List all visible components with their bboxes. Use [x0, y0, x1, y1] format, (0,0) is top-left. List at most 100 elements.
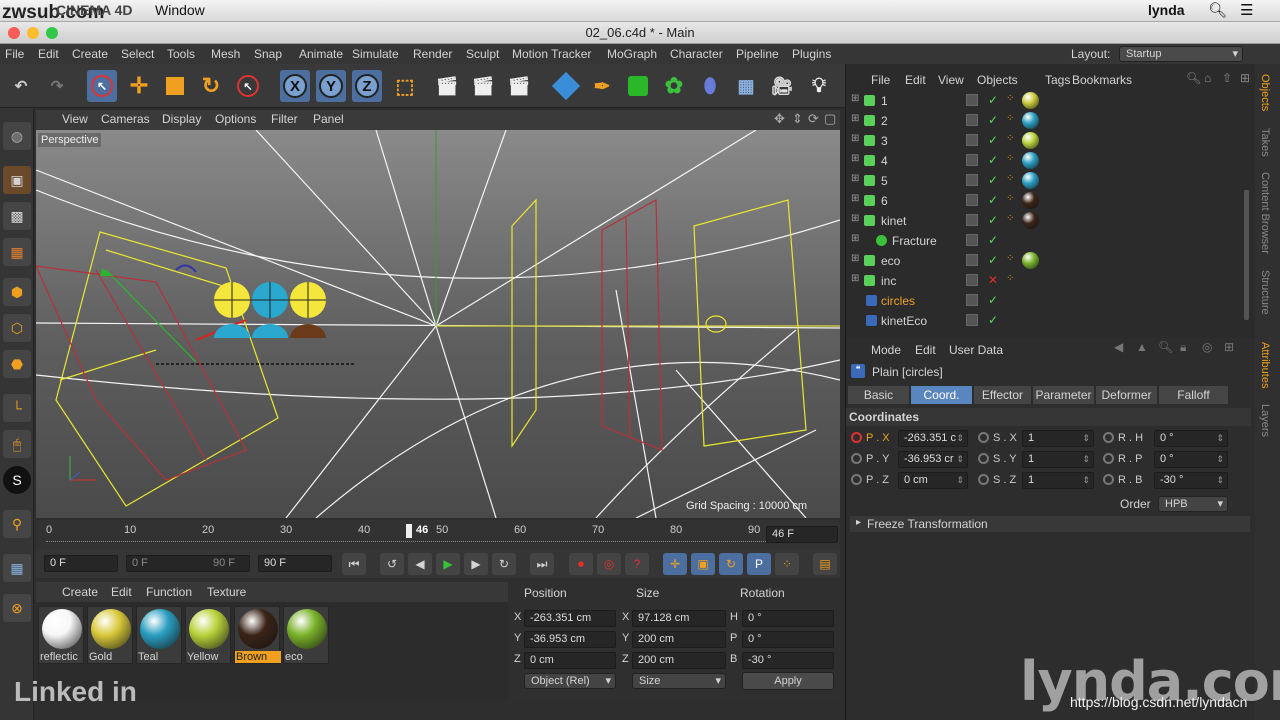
- viewport-rotate-icon[interactable]: ⟳: [808, 111, 819, 127]
- rotation-field[interactable]: -30 °: [742, 652, 834, 669]
- rotation-field[interactable]: 0 °: [742, 631, 834, 648]
- enabled-check-icon[interactable]: ✓: [988, 233, 998, 247]
- go-to-end-icon[interactable]: ⏭: [530, 553, 554, 575]
- material-swatch[interactable]: Brown: [234, 606, 281, 664]
- attribute-s-field[interactable]: 1 ⇕: [1022, 451, 1094, 468]
- material-swatch[interactable]: Teal: [136, 606, 182, 664]
- menu-snap[interactable]: Snap: [254, 47, 282, 61]
- side-tab-structure[interactable]: Structure: [1259, 270, 1271, 315]
- edges-mode-icon[interactable]: ⬡: [3, 314, 31, 342]
- enabled-check-icon[interactable]: ✓: [988, 173, 998, 187]
- keyframe-dot-icon[interactable]: [978, 474, 989, 485]
- menu-simulate[interactable]: Simulate: [352, 47, 399, 61]
- record-keys-icon[interactable]: ⏺: [569, 553, 593, 575]
- material-tag-icon[interactable]: [1022, 212, 1039, 229]
- keyframe-dot-icon[interactable]: [851, 453, 862, 464]
- layer-icon[interactable]: [966, 134, 978, 146]
- attribute-r-field[interactable]: 0 ° ⇕: [1154, 451, 1228, 468]
- enabled-check-icon[interactable]: ✓: [988, 93, 998, 107]
- redo-icon[interactable]: ↷: [42, 70, 72, 102]
- app-name[interactable]: CINEMA 4D: [56, 2, 133, 18]
- size-field[interactable]: 200 cm: [632, 631, 726, 648]
- go-to-start-icon[interactable]: ⏮: [342, 553, 366, 575]
- up-arrow-icon[interactable]: ▲: [1136, 340, 1148, 354]
- object-menu-tags[interactable]: Tags: [1045, 73, 1070, 87]
- layer-icon[interactable]: [966, 314, 978, 326]
- menu-plugins[interactable]: Plugins: [792, 47, 831, 61]
- stepper-icon[interactable]: ⇕: [1082, 452, 1090, 467]
- locked-workplane-icon[interactable]: ⊗: [3, 594, 31, 622]
- attribute-menu-user-data[interactable]: User Data: [949, 343, 1003, 357]
- rotation-field[interactable]: 0 °: [742, 610, 834, 627]
- object-row[interactable]: ⊞ inc ✕ ⁘: [846, 271, 1246, 291]
- enabled-check-icon[interactable]: ✓: [988, 153, 998, 167]
- object-list-scrollbar[interactable]: [1244, 190, 1249, 320]
- disabled-icon[interactable]: ✕: [988, 273, 998, 287]
- enabled-check-icon[interactable]: ✓: [988, 113, 998, 127]
- notification-icon[interactable]: ☰: [1240, 1, 1253, 19]
- expand-icon[interactable]: ⊞: [851, 253, 859, 264]
- tweak-mode-icon[interactable]: 🖱︎: [3, 430, 31, 458]
- enabled-check-icon[interactable]: ✓: [988, 213, 998, 227]
- enabled-check-icon[interactable]: ✓: [988, 133, 998, 147]
- move-tool-icon[interactable]: ✛: [124, 70, 154, 102]
- object-row[interactable]: ⊞ 2 ✓ ⁘: [846, 111, 1246, 131]
- keyframe-dot-icon[interactable]: [978, 432, 989, 443]
- layer-icon[interactable]: [966, 154, 978, 166]
- tab-basic[interactable]: Basic: [848, 386, 910, 404]
- viewport-menu-panel[interactable]: Panel: [313, 112, 344, 126]
- menu-create[interactable]: Create: [72, 47, 108, 61]
- viewport-menu-cameras[interactable]: Cameras: [101, 112, 150, 126]
- snap-icon[interactable]: S: [3, 466, 31, 494]
- layer-icon[interactable]: [966, 94, 978, 106]
- object-row[interactable]: ⊞ 1 ✓ ⁘: [846, 91, 1246, 111]
- next-frame-icon[interactable]: ▶: [464, 553, 488, 575]
- axis-mode-icon[interactable]: └: [3, 394, 31, 422]
- menu-pipeline[interactable]: Pipeline: [736, 47, 779, 61]
- menu-animate[interactable]: Animate: [299, 47, 343, 61]
- object-menu-bookmarks[interactable]: Bookmarks: [1072, 73, 1132, 87]
- object-row[interactable]: ⊞ eco ✓ ⁘: [846, 251, 1246, 271]
- menu-render[interactable]: Render: [413, 47, 452, 61]
- keyframe-dot-icon[interactable]: [851, 432, 862, 443]
- zoom-window-icon[interactable]: [46, 27, 58, 39]
- search-icon[interactable]: 🔍︎: [1186, 71, 1201, 85]
- expand-icon[interactable]: ⊞: [851, 93, 859, 104]
- size-field[interactable]: 200 cm: [632, 652, 726, 669]
- object-row[interactable]: circles ✓: [846, 291, 1246, 311]
- object-row[interactable]: ⊞ 5 ✓ ⁘: [846, 171, 1246, 191]
- expand-icon[interactable]: ⊞: [851, 153, 859, 164]
- viewport-maximize-icon[interactable]: ▢: [824, 111, 836, 127]
- timeline-window-icon[interactable]: ▤: [813, 553, 837, 575]
- make-editable-icon[interactable]: ◍: [3, 122, 31, 150]
- freeze-transformation-group[interactable]: ▸ Freeze Transformation: [850, 516, 1250, 532]
- viewport-menu-display[interactable]: Display: [162, 112, 201, 126]
- menu-sculpt[interactable]: Sculpt: [466, 47, 499, 61]
- undo-icon[interactable]: ↶: [6, 70, 36, 102]
- object-menu-edit[interactable]: Edit: [905, 73, 926, 87]
- preview-range-slider[interactable]: 0 F 90 F: [126, 555, 250, 572]
- floor-icon[interactable]: ▦: [731, 70, 761, 102]
- end-frame-field[interactable]: 90 F: [258, 555, 332, 572]
- mac-window-menu[interactable]: Window: [155, 2, 205, 18]
- expand-icon[interactable]: ⊞: [851, 273, 859, 284]
- menu-file[interactable]: File: [5, 47, 24, 61]
- enabled-check-icon[interactable]: ✓: [988, 253, 998, 267]
- viewport-move-icon[interactable]: ✥: [774, 111, 785, 127]
- render-view-icon[interactable]: 🎬︎: [432, 70, 462, 102]
- attribute-s-field[interactable]: 1 ⇕: [1022, 430, 1094, 447]
- spotlight-icon[interactable]: 🔍︎: [1208, 1, 1227, 19]
- close-window-icon[interactable]: [8, 27, 20, 39]
- tab-falloff[interactable]: Falloff: [1159, 386, 1229, 404]
- stepper-icon[interactable]: ⇕: [1082, 473, 1090, 488]
- expand-icon[interactable]: ⊞: [851, 173, 859, 184]
- z-axis-lock-button[interactable]: Z: [352, 70, 382, 102]
- expand-icon[interactable]: ⊞: [851, 193, 859, 204]
- side-tab-objects[interactable]: Objects: [1259, 74, 1271, 111]
- size-mode-dropdown[interactable]: Size ▾: [632, 673, 726, 689]
- enabled-check-icon[interactable]: ✓: [988, 293, 998, 307]
- render-settings-icon[interactable]: 🎬︎: [504, 70, 534, 102]
- pen-spline-icon[interactable]: ✒: [587, 70, 617, 102]
- stepper-icon[interactable]: ⇕: [956, 473, 964, 488]
- material-swatch[interactable]: eco: [283, 606, 329, 664]
